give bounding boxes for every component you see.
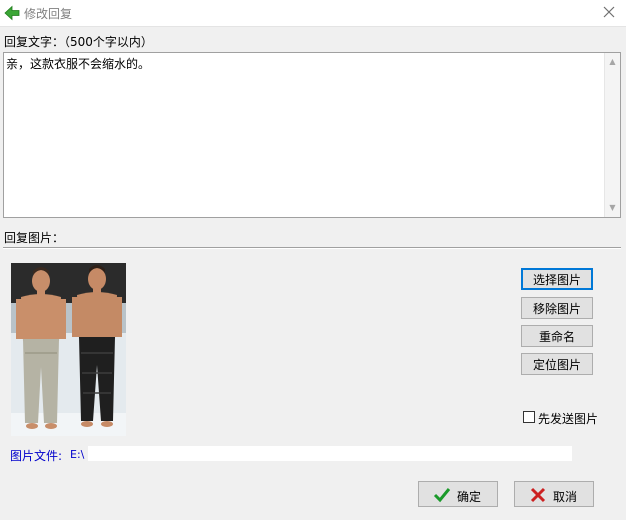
remove-image-button[interactable]: 移除图片 <box>521 297 593 319</box>
reply-image-label: 回复图片： <box>4 231 65 245</box>
window-title: 修改回复 <box>24 7 73 21</box>
send-image-first-checkbox[interactable] <box>523 411 535 423</box>
checkmark-icon <box>433 488 451 503</box>
rename-button[interactable]: 重命名 <box>521 325 593 347</box>
close-icon <box>603 6 615 18</box>
back-arrow-icon <box>4 5 20 21</box>
close-button[interactable] <box>600 3 618 21</box>
confirm-button[interactable]: 确定 <box>418 481 498 507</box>
divider <box>3 247 621 249</box>
reply-text-area[interactable]: 亲，这款衣服不会缩水的。 ▲ ▼ <box>3 52 621 218</box>
confirm-label: 确定 <box>457 490 482 504</box>
x-icon <box>530 487 546 503</box>
image-file-field[interactable] <box>88 446 572 461</box>
scroll-up-icon[interactable]: ▲ <box>605 54 620 70</box>
cancel-button[interactable]: 取消 <box>514 481 594 507</box>
title-bar: 修改回复 <box>0 0 626 27</box>
cancel-label: 取消 <box>553 490 578 504</box>
image-preview <box>11 263 126 436</box>
vertical-scrollbar[interactable]: ▲ ▼ <box>604 53 620 217</box>
reply-text-value: 亲，这款衣服不会缩水的。 <box>6 57 151 71</box>
image-file-path: E:\ <box>70 448 85 461</box>
select-image-button[interactable]: 选择图片 <box>521 268 593 290</box>
reply-text-label: 回复文字：（500个字以内） <box>4 35 153 49</box>
locate-image-button[interactable]: 定位图片 <box>521 353 593 375</box>
scroll-down-icon[interactable]: ▼ <box>605 200 620 216</box>
runway-photo-icon <box>11 263 126 436</box>
send-image-first-label: 先发送图片 <box>538 412 599 426</box>
image-file-label: 图片文件: <box>10 449 63 463</box>
